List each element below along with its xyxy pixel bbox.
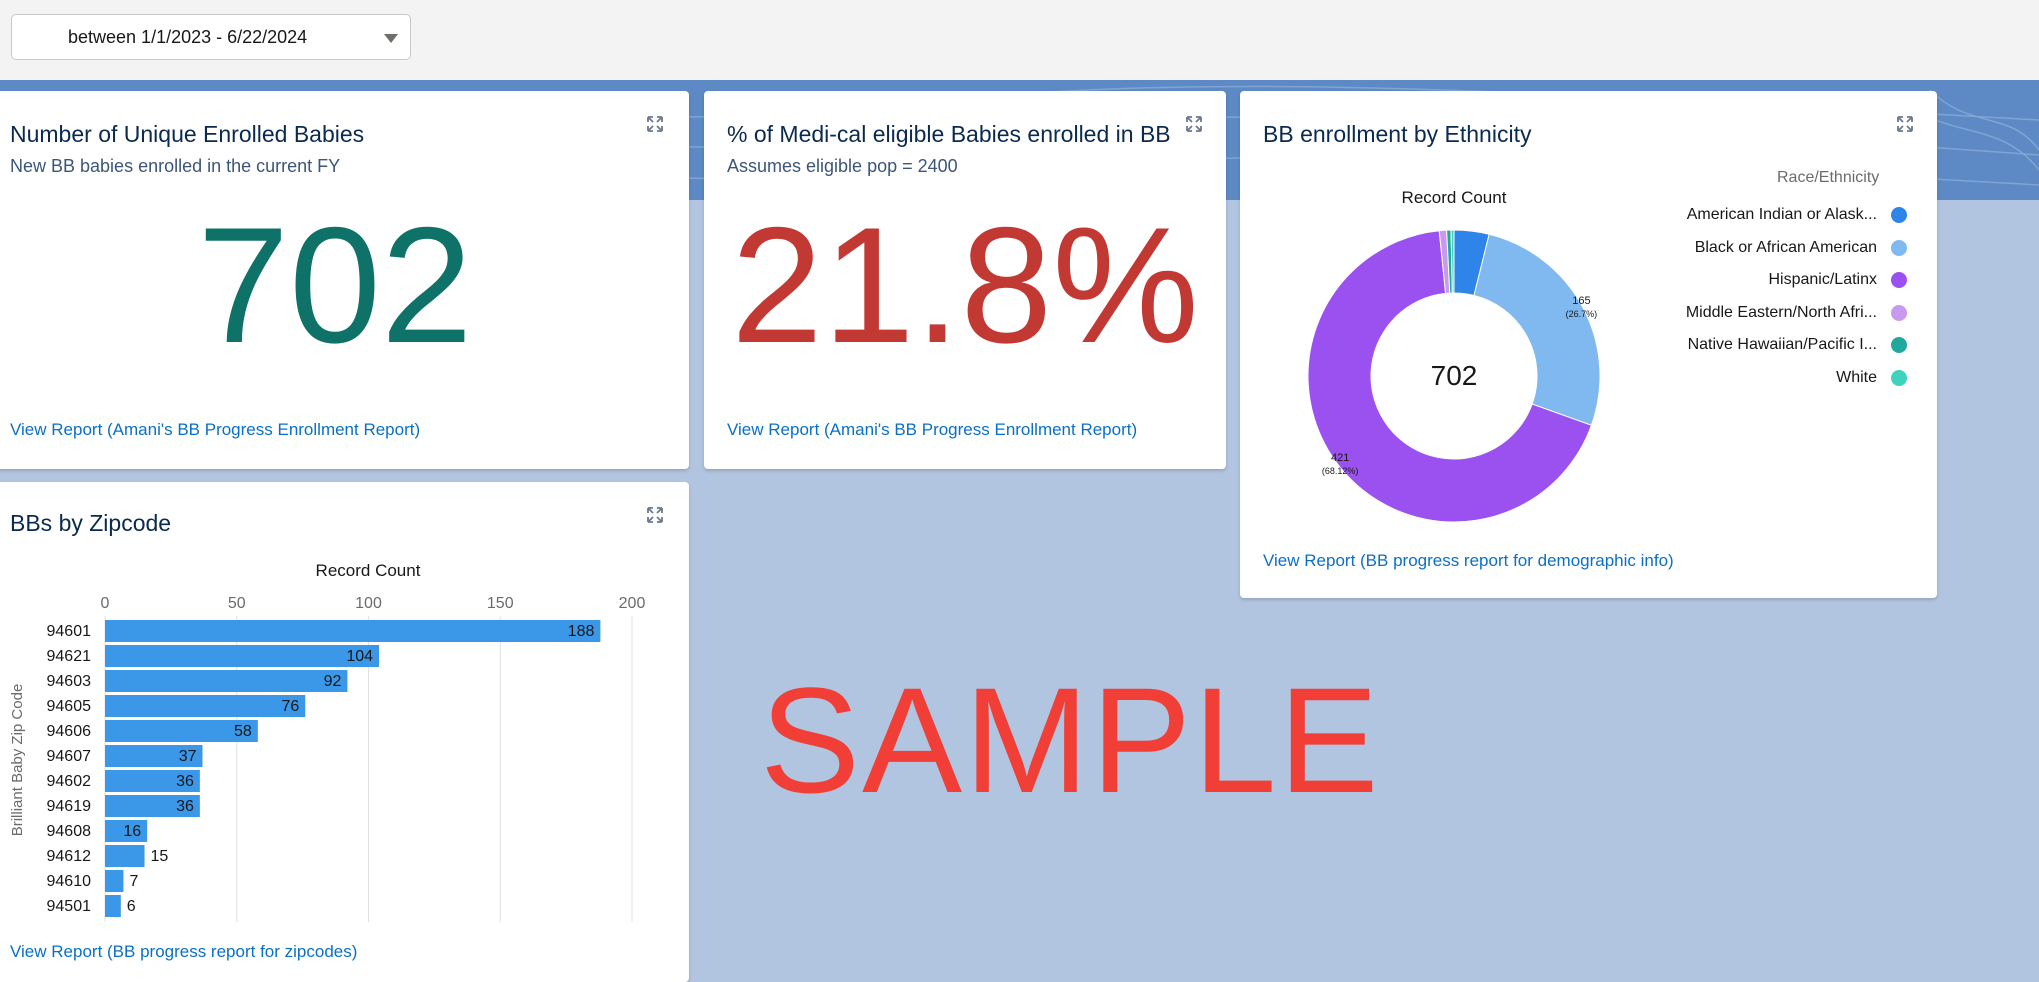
legend-item[interactable]: American Indian or Alask... — [1657, 203, 1907, 229]
bar-category-label: 94601 — [47, 623, 92, 640]
bar-94603[interactable] — [105, 670, 348, 692]
donut-chart-title: Record Count — [1402, 188, 1507, 207]
bar-x-tick-label: 100 — [355, 595, 382, 612]
legend-color-dot — [1891, 207, 1907, 223]
bar-value-label: 58 — [234, 723, 252, 740]
legend-item[interactable]: White — [1657, 366, 1907, 392]
bar-value-label: 36 — [176, 773, 194, 790]
bar-value-label: 76 — [281, 698, 299, 715]
zipcode-bar-chart: Record Count 0 50 100 150 200 94601 188 94621 1… — [9, 561, 646, 922]
chevron-down-icon[interactable] — [384, 34, 398, 43]
bar-94621[interactable] — [105, 645, 380, 667]
donut-slice-black-or-african-american[interactable] — [1473, 233, 1601, 426]
legend-color-dot — [1891, 239, 1907, 256]
medical-eligible-view-report-link[interactable]: View Report (Amani's BB Progress Enrollm… — [727, 420, 1137, 440]
bar-value-label: 7 — [129, 873, 138, 890]
bar-value-label: 6 — [127, 898, 136, 915]
bar-x-tick-label: 0 — [101, 595, 110, 612]
bar-value-label: 188 — [568, 623, 595, 640]
bar-category-label: 94610 — [47, 873, 92, 890]
ethnicity-card: BB enrollment by Ethnicity Record Count … — [1240, 91, 1937, 598]
donut-center-total: 702 — [1431, 360, 1478, 391]
medical-eligible-value: 21.8% — [731, 193, 1199, 377]
legend-item-label: Black or African American — [1694, 238, 1877, 256]
bar-x-tick-label: 150 — [487, 595, 514, 612]
bar-94605[interactable] — [105, 695, 306, 717]
legend-color-dot — [1891, 272, 1907, 288]
date-range-filter[interactable]: between 1/1/2023 - 6/22/2024 — [11, 14, 411, 60]
bar-chart-title: Record Count — [316, 561, 421, 580]
bar-94610[interactable] — [105, 870, 124, 892]
ethnicity-view-report-link[interactable]: View Report (BB progress report for demo… — [1263, 551, 1674, 571]
legend-item[interactable]: Native Hawaiian/Pacific I... — [1657, 333, 1907, 359]
bar-value-label: 92 — [324, 673, 342, 690]
bar-category-label: 94605 — [47, 698, 92, 715]
legend-color-dot — [1891, 304, 1907, 321]
donut-data-label-percent: (68.12%) — [1322, 466, 1359, 476]
legend-item[interactable]: Middle Eastern/North Afri... — [1657, 301, 1907, 327]
bar-94601[interactable] — [105, 620, 601, 642]
bar-category-label: 94606 — [47, 723, 92, 740]
bar-category-label: 94603 — [47, 673, 92, 690]
bar-category-label: 94501 — [47, 898, 92, 915]
donut-legend: American Indian or Alask... Black or Afri… — [1657, 203, 1907, 386]
sample-watermark: SAMPLE — [760, 656, 1381, 824]
legend-color-dot — [1891, 337, 1907, 353]
medical-eligible-title: % of Medi-cal eligible Babies enrolled i… — [727, 121, 1171, 147]
donut-data-label-percent: (26.7%) — [1566, 309, 1598, 319]
bar-94501[interactable] — [105, 895, 121, 917]
bar-category-label: 94607 — [47, 748, 92, 765]
expand-icon[interactable] — [1186, 116, 1202, 132]
expand-icon[interactable] — [647, 116, 663, 132]
bar-value-label: 16 — [123, 823, 141, 840]
zipcode-view-report-link[interactable]: View Report (BB progress report for zipc… — [10, 942, 357, 962]
enrolled-babies-view-report-link[interactable]: View Report (Amani's BB Progress Enrollm… — [10, 420, 420, 440]
bar-value-label: 37 — [179, 748, 197, 765]
bar-value-label: 104 — [346, 648, 373, 665]
bar-94612[interactable] — [105, 845, 145, 867]
filter-bar: between 1/1/2023 - 6/22/2024 — [0, 0, 2039, 81]
bar-x-tick-label: 200 — [619, 595, 646, 612]
legend-item-label: Native Hawaiian/Pacific I... — [1687, 336, 1877, 353]
legend-item-label: American Indian or Alask... — [1686, 206, 1877, 223]
bar-x-tick-label: 50 — [228, 595, 246, 612]
legend-item[interactable]: Hispanic/Latinx — [1657, 268, 1907, 294]
bar-category-label: 94608 — [47, 823, 92, 840]
enrolled-babies-title: Number of Unique Enrolled Babies — [10, 121, 365, 147]
bar-chart-y-axis-label: Brilliant Baby Zip Code — [9, 684, 26, 837]
legend-item-label: White — [1836, 368, 1877, 386]
enrolled-babies-card: Number of Unique Enrolled Babies New BB … — [0, 91, 689, 469]
bar-category-label: 94619 — [47, 798, 92, 815]
bar-category-label: 94621 — [47, 648, 92, 665]
donut-data-label-count: 421 — [1331, 452, 1349, 464]
donut-legend-title: Race/Ethnicity — [1777, 169, 1880, 186]
medical-eligible-card: % of Medi-cal eligible Babies enrolled i… — [704, 91, 1226, 469]
legend-item-label: Middle Eastern/North Afri... — [1685, 303, 1877, 321]
bar-value-label: 15 — [151, 848, 169, 865]
date-range-filter-label: between 1/1/2023 - 6/22/2024 — [68, 27, 308, 47]
bar-value-label: 36 — [176, 798, 194, 815]
legend-item-label: Hispanic/Latinx — [1768, 271, 1878, 288]
enrolled-babies-subtitle: New BB babies enrolled in the current FY — [10, 156, 341, 176]
bar-category-label: 94602 — [47, 773, 92, 790]
legend-color-dot — [1891, 369, 1907, 386]
enrolled-babies-value: 702 — [197, 193, 473, 377]
legend-item[interactable]: Black or African American — [1657, 236, 1907, 262]
medical-eligible-subtitle: Assumes eligible pop = 2400 — [727, 156, 958, 176]
donut-data-label-count: 165 — [1572, 295, 1590, 307]
bar-category-label: 94612 — [47, 848, 92, 865]
zipcode-card: BBs by Zipcode Record Count 0 50 100 150 200… — [0, 482, 689, 982]
